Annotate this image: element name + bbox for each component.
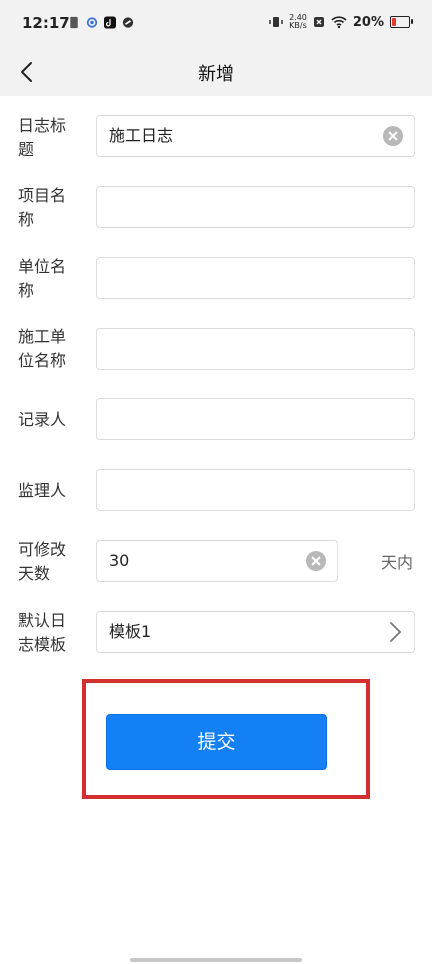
supervisor-label: 监理人 [18, 481, 67, 500]
project-name-label: 项目名称 [18, 186, 67, 229]
recorder-label: 记录人 [18, 410, 67, 429]
supervisor-input[interactable] [96, 469, 415, 511]
sim-card-icon [70, 16, 78, 29]
home-indicator[interactable] [130, 958, 302, 962]
log-title-input[interactable]: 施工日志 [96, 115, 415, 157]
default-template-label: 默认日志模板 [18, 611, 67, 654]
net-speed: 2.40 KB/s [289, 13, 307, 30]
link-app-icon [122, 17, 134, 28]
unit-name-input[interactable] [96, 257, 415, 299]
page-title: 新增 [198, 64, 234, 85]
wifi-icon [331, 16, 347, 29]
battery-icon [390, 16, 413, 28]
status-notification-icons [68, 16, 134, 29]
log-title-label: 日志标题 [18, 116, 67, 159]
default-template-select[interactable]: 模板1 [96, 611, 415, 653]
no-sim-icon [313, 17, 324, 27]
vibrate-icon [269, 17, 283, 27]
tiktok-icon [104, 16, 116, 29]
editable-days-input[interactable]: 30 [96, 540, 338, 582]
recorder-input[interactable] [96, 398, 415, 440]
construction-unit-name-label: 施工单位名称 [18, 327, 67, 370]
clear-icon[interactable] [382, 125, 404, 147]
unit-name-label: 单位名称 [18, 257, 67, 300]
clear-icon[interactable] [305, 550, 327, 572]
submit-button[interactable]: 提交 [106, 714, 327, 770]
app-notification-icon [86, 17, 98, 28]
battery-percent: 20% [352, 14, 384, 30]
project-name-input[interactable] [96, 186, 415, 228]
status-system-icons: 2.40 KB/s 20% [269, 13, 413, 30]
construction-unit-name-input[interactable] [96, 328, 415, 370]
status-bar: 12:17 2.40 KB/s 20% [0, 0, 432, 48]
status-time: 12:17 [22, 14, 70, 32]
days-suffix: 天内 [381, 553, 414, 572]
nav-bar: 新增 [0, 48, 432, 96]
chevron-right-icon[interactable] [386, 621, 404, 643]
editable-days-label: 可修改天数 [18, 540, 67, 583]
